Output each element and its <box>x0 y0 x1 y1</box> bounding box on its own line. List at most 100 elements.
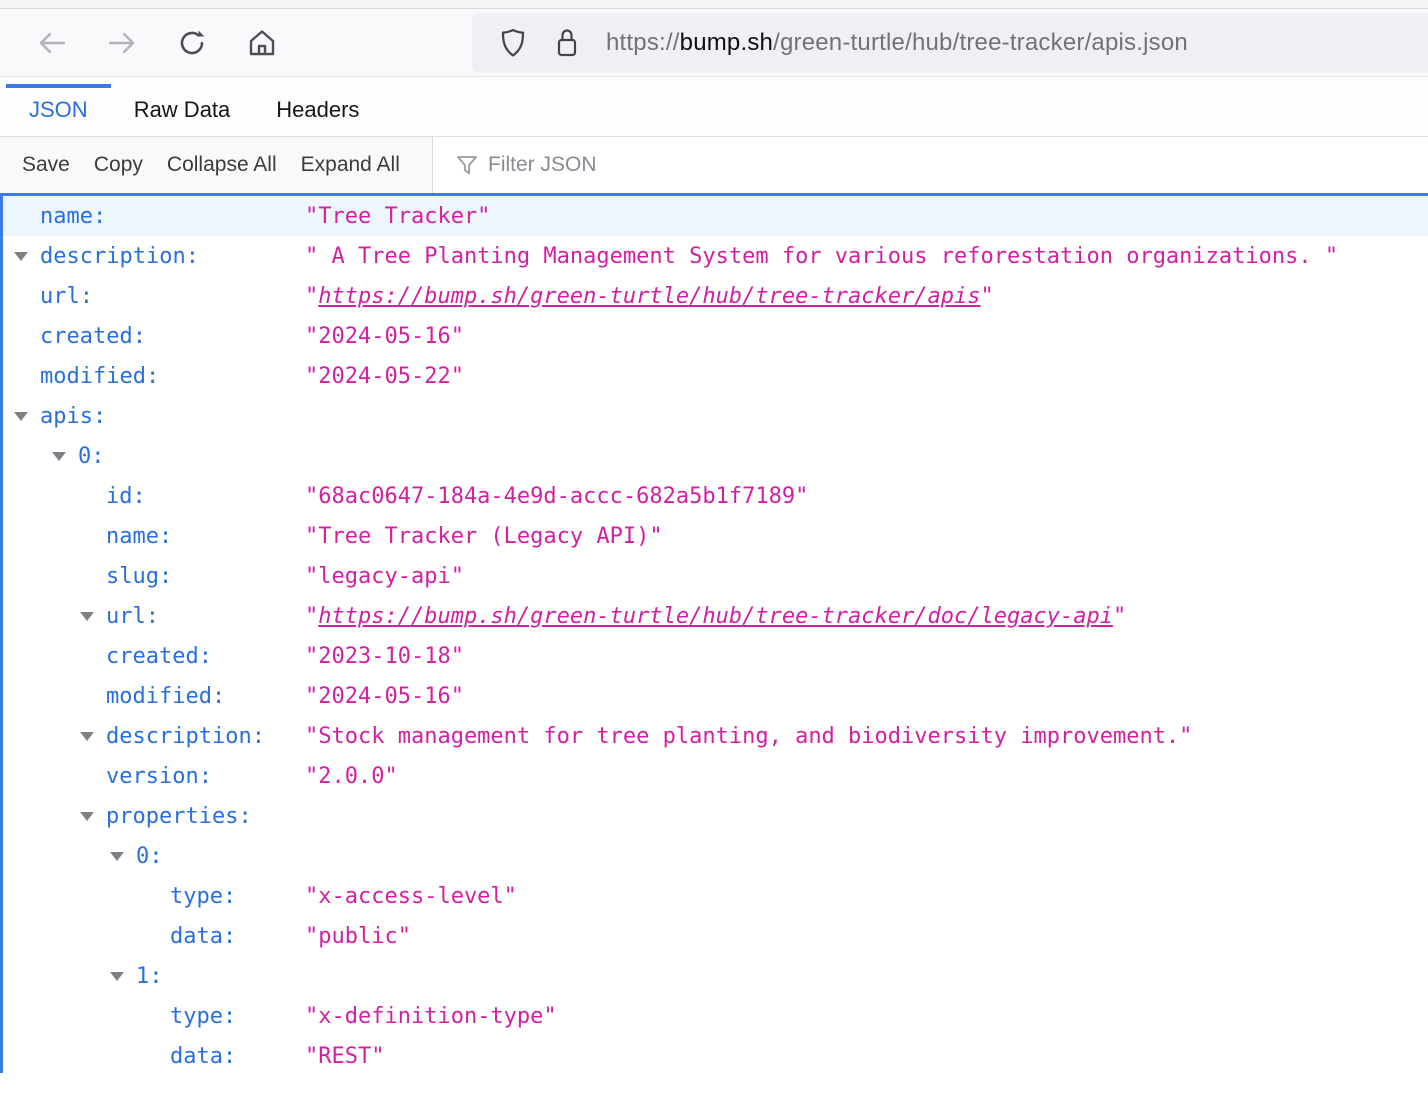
json-value: "public" <box>305 924 411 949</box>
json-row: modified:"2024-05-22" <box>3 356 1428 396</box>
twisty-icon[interactable] <box>110 972 136 981</box>
json-key: name: <box>106 524 172 549</box>
twisty-icon[interactable] <box>52 452 78 461</box>
json-row: description: " A Tree Planting Management… <box>3 236 1428 276</box>
json-row: modified: "2024-05-16" <box>3 676 1428 716</box>
json-value: "x-definition-type" <box>305 1004 557 1029</box>
json-value[interactable]: "https://bump.sh/green-turtle/hub/tree-t… <box>305 604 1126 629</box>
json-value: "x-access-level" <box>305 884 517 909</box>
copy-button[interactable]: Copy <box>94 153 143 177</box>
tab-headers[interactable]: Headers <box>253 84 382 136</box>
json-row: data: "REST" <box>3 1036 1428 1076</box>
tab-json-label: JSON <box>29 97 88 123</box>
save-button[interactable]: Save <box>22 153 70 177</box>
twisty-icon[interactable] <box>14 252 40 261</box>
json-value: "Tree Tracker" <box>305 204 490 229</box>
json-value: "REST" <box>305 1044 384 1069</box>
json-row: data: "public" <box>3 916 1428 956</box>
json-row: apis: <box>3 396 1428 436</box>
twisty-icon[interactable] <box>14 412 40 421</box>
json-key: apis: <box>40 404 106 429</box>
forward-arrow-icon <box>106 27 138 59</box>
tab-raw-data[interactable]: Raw Data <box>111 84 254 136</box>
json-key: 0: <box>78 444 105 469</box>
json-viewer-tabs: JSON Raw Data Headers <box>0 77 1428 137</box>
json-value: "68ac0647-184a-4e9d-accc-682a5b1f7189" <box>305 484 808 509</box>
json-row: version: "2.0.0" <box>3 756 1428 796</box>
reload-icon <box>176 27 208 59</box>
json-key: data: <box>170 924 236 949</box>
twisty-icon[interactable] <box>110 852 136 861</box>
json-row: 0: <box>3 436 1428 476</box>
json-value: "Tree Tracker (Legacy API)" <box>305 524 663 549</box>
json-row: name: "Tree Tracker" <box>3 196 1428 236</box>
home-button[interactable] <box>246 27 278 59</box>
twisty-icon[interactable] <box>80 812 106 821</box>
json-row: name: "Tree Tracker (Legacy API)" <box>3 516 1428 556</box>
json-key: version: <box>106 764 212 789</box>
lock-icon[interactable] <box>554 27 580 59</box>
json-row: type: "x-definition-type" <box>3 996 1428 1036</box>
forward-button[interactable] <box>106 27 138 59</box>
json-value: "2023-10-18" <box>305 644 464 669</box>
json-key: description: <box>106 724 265 749</box>
json-row: slug: "legacy-api" <box>3 556 1428 596</box>
json-row: id: "68ac0647-184a-4e9d-accc-682a5b1f7189… <box>3 476 1428 516</box>
json-key: type: <box>170 1004 236 1029</box>
back-button[interactable] <box>36 27 68 59</box>
json-value: "Stock management for tree planting, and… <box>305 724 1192 749</box>
filter-funnel-icon <box>455 153 479 177</box>
twisty-icon[interactable] <box>80 612 106 621</box>
home-icon <box>246 27 278 59</box>
filter-json-input[interactable]: Filter JSON <box>433 137 1428 193</box>
json-key: created: <box>106 644 212 669</box>
filter-placeholder-text: Filter JSON <box>488 153 597 177</box>
reload-button[interactable] <box>176 27 208 59</box>
url-bar[interactable]: https://bump.sh/green-turtle/hub/tree-tr… <box>472 13 1428 73</box>
toolbar-button-group: Save Copy Collapse All Expand All <box>0 137 433 193</box>
window-top-strip <box>0 0 1428 9</box>
json-value: "2024-05-16" <box>305 684 464 709</box>
json-value: "2024-05-22" <box>305 364 464 389</box>
json-link-value[interactable]: https://bump.sh/green-turtle/hub/tree-tr… <box>318 604 1113 629</box>
json-row: created: "2024-05-16" <box>3 316 1428 356</box>
collapse-all-button[interactable]: Collapse All <box>167 153 277 177</box>
tab-raw-data-label: Raw Data <box>134 97 231 123</box>
json-key: data: <box>170 1044 236 1069</box>
json-value: "2024-05-16" <box>305 324 464 349</box>
json-row: description: "Stock management for tree p… <box>3 716 1428 756</box>
json-link-value[interactable]: https://bump.sh/green-turtle/hub/tree-tr… <box>318 284 980 309</box>
json-key: 0: <box>136 844 163 869</box>
json-tree-panel[interactable]: name: "Tree Tracker" description: " A Tree … <box>0 193 1428 1073</box>
json-key: id: <box>106 484 146 509</box>
json-key: description: <box>40 244 199 269</box>
json-row: type:"x-access-level" <box>3 876 1428 916</box>
browser-toolbar: https://bump.sh/green-turtle/hub/tree-tr… <box>0 9 1428 77</box>
json-row: created: "2023-10-18" <box>3 636 1428 676</box>
json-value: " A Tree Planting Management System for … <box>305 244 1338 269</box>
twisty-icon[interactable] <box>80 732 106 741</box>
json-key: properties: <box>106 804 252 829</box>
url-domain: bump.sh <box>680 29 773 56</box>
back-arrow-icon <box>36 27 68 59</box>
json-value[interactable]: "https://bump.sh/green-turtle/hub/tree-t… <box>305 284 994 309</box>
json-row: url: "https://bump.sh/green-turtle/hub/tr… <box>3 596 1428 636</box>
json-value: "2.0.0" <box>305 764 398 789</box>
json-row: 1: <box>3 956 1428 996</box>
json-row: properties: <box>3 796 1428 836</box>
json-key: slug: <box>106 564 172 589</box>
tab-json[interactable]: JSON <box>6 84 111 136</box>
json-key: name: <box>40 204 106 229</box>
json-key: modified: <box>106 684 225 709</box>
expand-all-button[interactable]: Expand All <box>301 153 400 177</box>
json-key: created: <box>40 324 146 349</box>
json-value: "legacy-api" <box>305 564 464 589</box>
json-key: 1: <box>136 964 163 989</box>
json-row: 0: <box>3 836 1428 876</box>
url-text: https://bump.sh/green-turtle/hub/tree-tr… <box>606 29 1188 57</box>
json-key: url: <box>40 284 93 309</box>
url-scheme: https:// <box>606 29 680 56</box>
shield-icon[interactable] <box>498 27 528 59</box>
json-viewer-toolbar: Save Copy Collapse All Expand All Filter… <box>0 137 1428 193</box>
json-key: url: <box>106 604 159 629</box>
